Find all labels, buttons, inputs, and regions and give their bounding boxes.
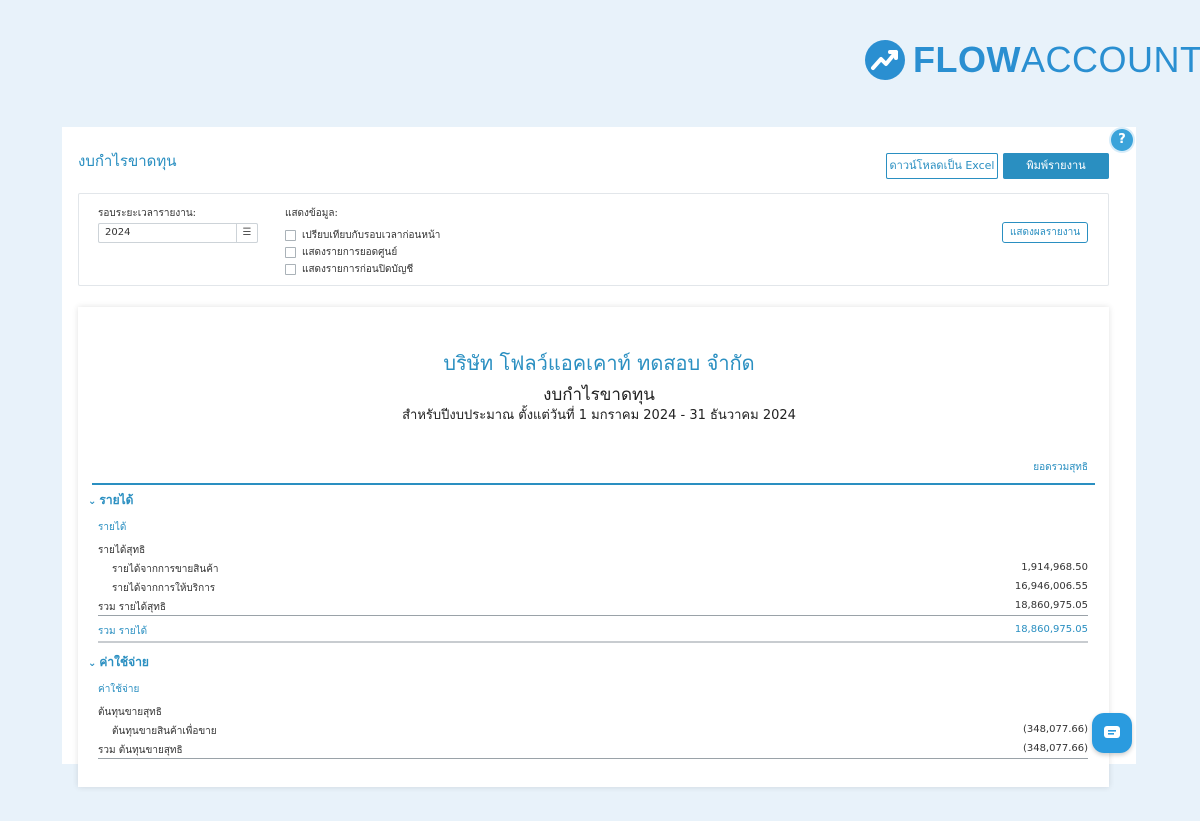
group-expense: ค่าใช้จ่าย xyxy=(98,684,140,695)
header-divider xyxy=(92,483,1095,485)
checkbox[interactable] xyxy=(285,230,296,241)
checkbox[interactable] xyxy=(285,264,296,275)
option-before-closing[interactable]: แสดงรายการก่อนปิดบัญชี xyxy=(285,262,413,277)
divider xyxy=(98,758,1088,759)
column-header-net-total: ยอดรวมสุทธิ xyxy=(1033,462,1088,473)
period-value: 2024 xyxy=(105,227,131,238)
chat-button[interactable] xyxy=(1092,713,1132,753)
page-title: งบกำไรขาดทุน xyxy=(78,152,177,170)
chevron-down-icon[interactable]: ⌄ xyxy=(88,658,96,669)
period-select[interactable]: 2024 ☰ xyxy=(98,223,258,243)
company-name: บริษัท โฟลว์แอคเคาท์ ทดสอบ จำกัด xyxy=(443,351,755,375)
checkbox[interactable] xyxy=(285,247,296,258)
option-label: แสดงรายการก่อนปิดบัญชี xyxy=(302,264,414,275)
period-label: รอบระยะเวลารายงาน: xyxy=(98,208,197,219)
total-income: รวม รายได้ 18,860,975.05 xyxy=(98,624,1088,637)
display-label: แสดงข้อมูล: xyxy=(285,208,338,219)
option-label: แสดงรายการยอดศูนย์ xyxy=(302,247,398,258)
option-label: เปรียบเทียบกับรอบเวลาก่อนหน้า xyxy=(302,230,441,241)
option-compare-previous[interactable]: เปรียบเทียบกับรอบเวลาก่อนหน้า xyxy=(285,228,440,243)
subtotal-net-income: รวม รายได้สุทธิ 18,860,975.05 xyxy=(98,600,1088,613)
subgroup-cost-of-sales: ต้นทุนขายสุทธิ xyxy=(98,707,162,718)
section-divider xyxy=(98,641,1088,643)
print-report-button[interactable]: พิมพ์รายงาน xyxy=(1003,153,1109,179)
chevron-down-icon[interactable]: ⌄ xyxy=(88,496,96,507)
show-report-button[interactable]: แสดงผลรายงาน xyxy=(1002,222,1088,243)
divider xyxy=(98,615,1088,616)
report-period: สำหรับปีงบประมาณ ตั้งแต่วันที่ 1 มกราคม … xyxy=(402,408,796,423)
section-income[interactable]: ⌄ รายได้ xyxy=(88,491,133,510)
logo-text: FLOWACCOUNT xyxy=(913,39,1200,80)
group-income: รายได้ xyxy=(98,522,127,533)
line-sales-income[interactable]: รายได้จากการขายสินค้า 1,914,968.50 xyxy=(112,562,1088,577)
download-excel-button[interactable]: ดาวน์โหลดเป็น Excel xyxy=(886,153,998,179)
line-cost-of-goods[interactable]: ต้นทุนขายสินค้าเพื่อขาย (348,077.66) xyxy=(112,724,1088,739)
help-icon[interactable]: ? xyxy=(1111,129,1133,151)
subgroup-net-income: รายได้สุทธิ xyxy=(98,545,146,556)
line-service-income[interactable]: รายได้จากการให้บริการ 16,946,006.55 xyxy=(112,581,1088,596)
logo-chart-icon xyxy=(865,40,905,80)
section-expense[interactable]: ⌄ ค่าใช้จ่าย xyxy=(88,653,149,672)
subtotal-cost-of-sales: รวม ต้นทุนขายสุทธิ (348,077.66) xyxy=(98,743,1088,756)
list-icon[interactable]: ☰ xyxy=(236,224,257,242)
flowaccount-logo: FLOWACCOUNT xyxy=(865,40,1200,80)
option-show-zero[interactable]: แสดงรายการยอดศูนย์ xyxy=(285,245,397,260)
chat-icon xyxy=(1104,726,1120,738)
